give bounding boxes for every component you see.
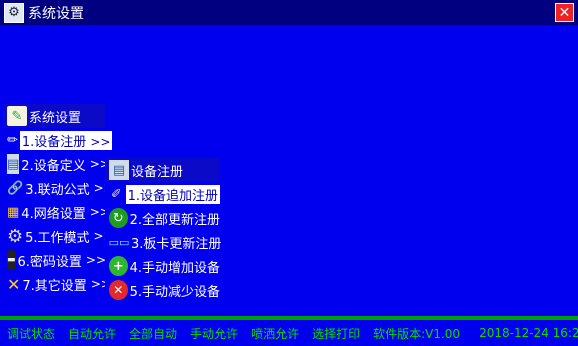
status-spray-allow: 喷洒允许: [251, 326, 300, 341]
submenu-item-remove-device[interactable]: ✕ 5.手动减少设备: [105, 278, 220, 302]
menu-item-network-settings[interactable]: ▦ 4.网络设置 >>: [3, 200, 110, 224]
close-button[interactable]: ✕: [555, 3, 574, 22]
submenu-item-add-device[interactable]: + 4.手动增加设备: [105, 254, 220, 278]
submenu-item-label: 4.手动增加设备: [129, 260, 220, 276]
x-icon: ✕: [109, 280, 128, 300]
link-icon: 🔗: [7, 180, 24, 196]
menu-item-label: 6.密码设置: [17, 254, 82, 270]
submenu-item-update-card[interactable]: ▭▭ 3.板卡更新注册: [105, 230, 222, 254]
refresh-icon: ↻: [109, 208, 128, 228]
menu-item-linkage-formula[interactable]: 🔗 3.联动公式 >>: [3, 176, 114, 200]
submenu-item-append-register[interactable]: ✐ 1.设备追加注册: [105, 182, 220, 206]
menu-header-label: 系统设置: [29, 110, 82, 126]
menu-item-device-define[interactable]: ▤ 2.设备定义 >>: [3, 152, 110, 176]
card-icon: ▭▭: [108, 235, 130, 249]
menu-item-device-register[interactable]: ✏ 1.设备注册 >>: [3, 128, 113, 152]
menu-item-password-settings[interactable]: ▬ 6.密码设置 >>: [3, 248, 107, 272]
close-icon: ✕: [558, 4, 571, 21]
tag-icon: ✐: [110, 186, 122, 202]
menu-item-work-mode[interactable]: ⚙ 5.工作模式 >>: [3, 224, 114, 248]
menu-header: ✎ 系统设置: [3, 104, 105, 128]
title-bar: ⚙ 系统设置 ✕: [0, 0, 578, 25]
menu-item-label: 4.网络设置: [21, 206, 86, 222]
submenu-arrow: >>: [85, 253, 107, 267]
menu-item-label: 5.工作模式: [25, 230, 90, 246]
device-register-submenu: ▤ 设备注册 ✐ 1.设备追加注册 ↻ 2.全部更新注册 ▭▭ 3.板卡更新注册…: [105, 158, 222, 302]
tools-icon: ✕: [7, 274, 21, 294]
submenu-header-label: 设备注册: [131, 164, 184, 180]
network-icon: ▦: [7, 204, 20, 220]
notepad-icon: ✎: [7, 106, 27, 126]
status-software-version: 软件版本:V1.00: [373, 326, 461, 341]
status-debug: 调试状态: [7, 326, 56, 341]
submenu-header: ▤ 设备注册: [105, 158, 220, 182]
status-manual-allow: 手动允许: [190, 326, 239, 341]
submenu-item-label: 1.设备追加注册: [125, 184, 220, 204]
window-icon: ▤: [7, 154, 20, 174]
menu-item-other-settings[interactable]: ✕ 7.其它设置 >>: [3, 272, 111, 296]
window-title: 系统设置: [28, 5, 84, 22]
pen-icon: ✏: [7, 132, 18, 148]
system-settings-menu: ✎ 系统设置 ✏ 1.设备注册 >> ▤ 2.设备定义 >> 🔗 3.联动公式 >…: [3, 104, 114, 296]
status-auto-allow: 自动允许: [68, 326, 117, 341]
submenu-item-label: 3.板卡更新注册: [131, 236, 222, 252]
app-icon: ⚙: [4, 2, 24, 23]
menu-item-label: 7.其它设置: [22, 278, 87, 294]
status-datetime: 2018-12-24 16:26: [479, 326, 578, 340]
menu-item-label: 2.设备定义: [21, 158, 86, 174]
submenu-item-label: 5.手动减少设备: [129, 284, 220, 300]
status-select-print: 选择打印: [312, 326, 361, 341]
window-icon: ▤: [109, 160, 129, 180]
keyboard-icon: ▬: [7, 250, 16, 270]
submenu-item-label: 2.全部更新注册: [129, 212, 220, 228]
plus-icon: +: [109, 256, 128, 276]
status-all-auto: 全部自动: [129, 326, 178, 341]
submenu-item-update-all[interactable]: ↻ 2.全部更新注册: [105, 206, 220, 230]
status-bar: 调试状态 自动允许 全部自动 手动允许 喷洒允许 选择打印 软件版本:V1.00…: [0, 320, 578, 346]
menu-item-label: 3.联动公式: [25, 182, 90, 198]
gear-icon: ⚙: [7, 225, 24, 247]
menu-item-label: 1.设备注册 >>: [19, 130, 113, 150]
